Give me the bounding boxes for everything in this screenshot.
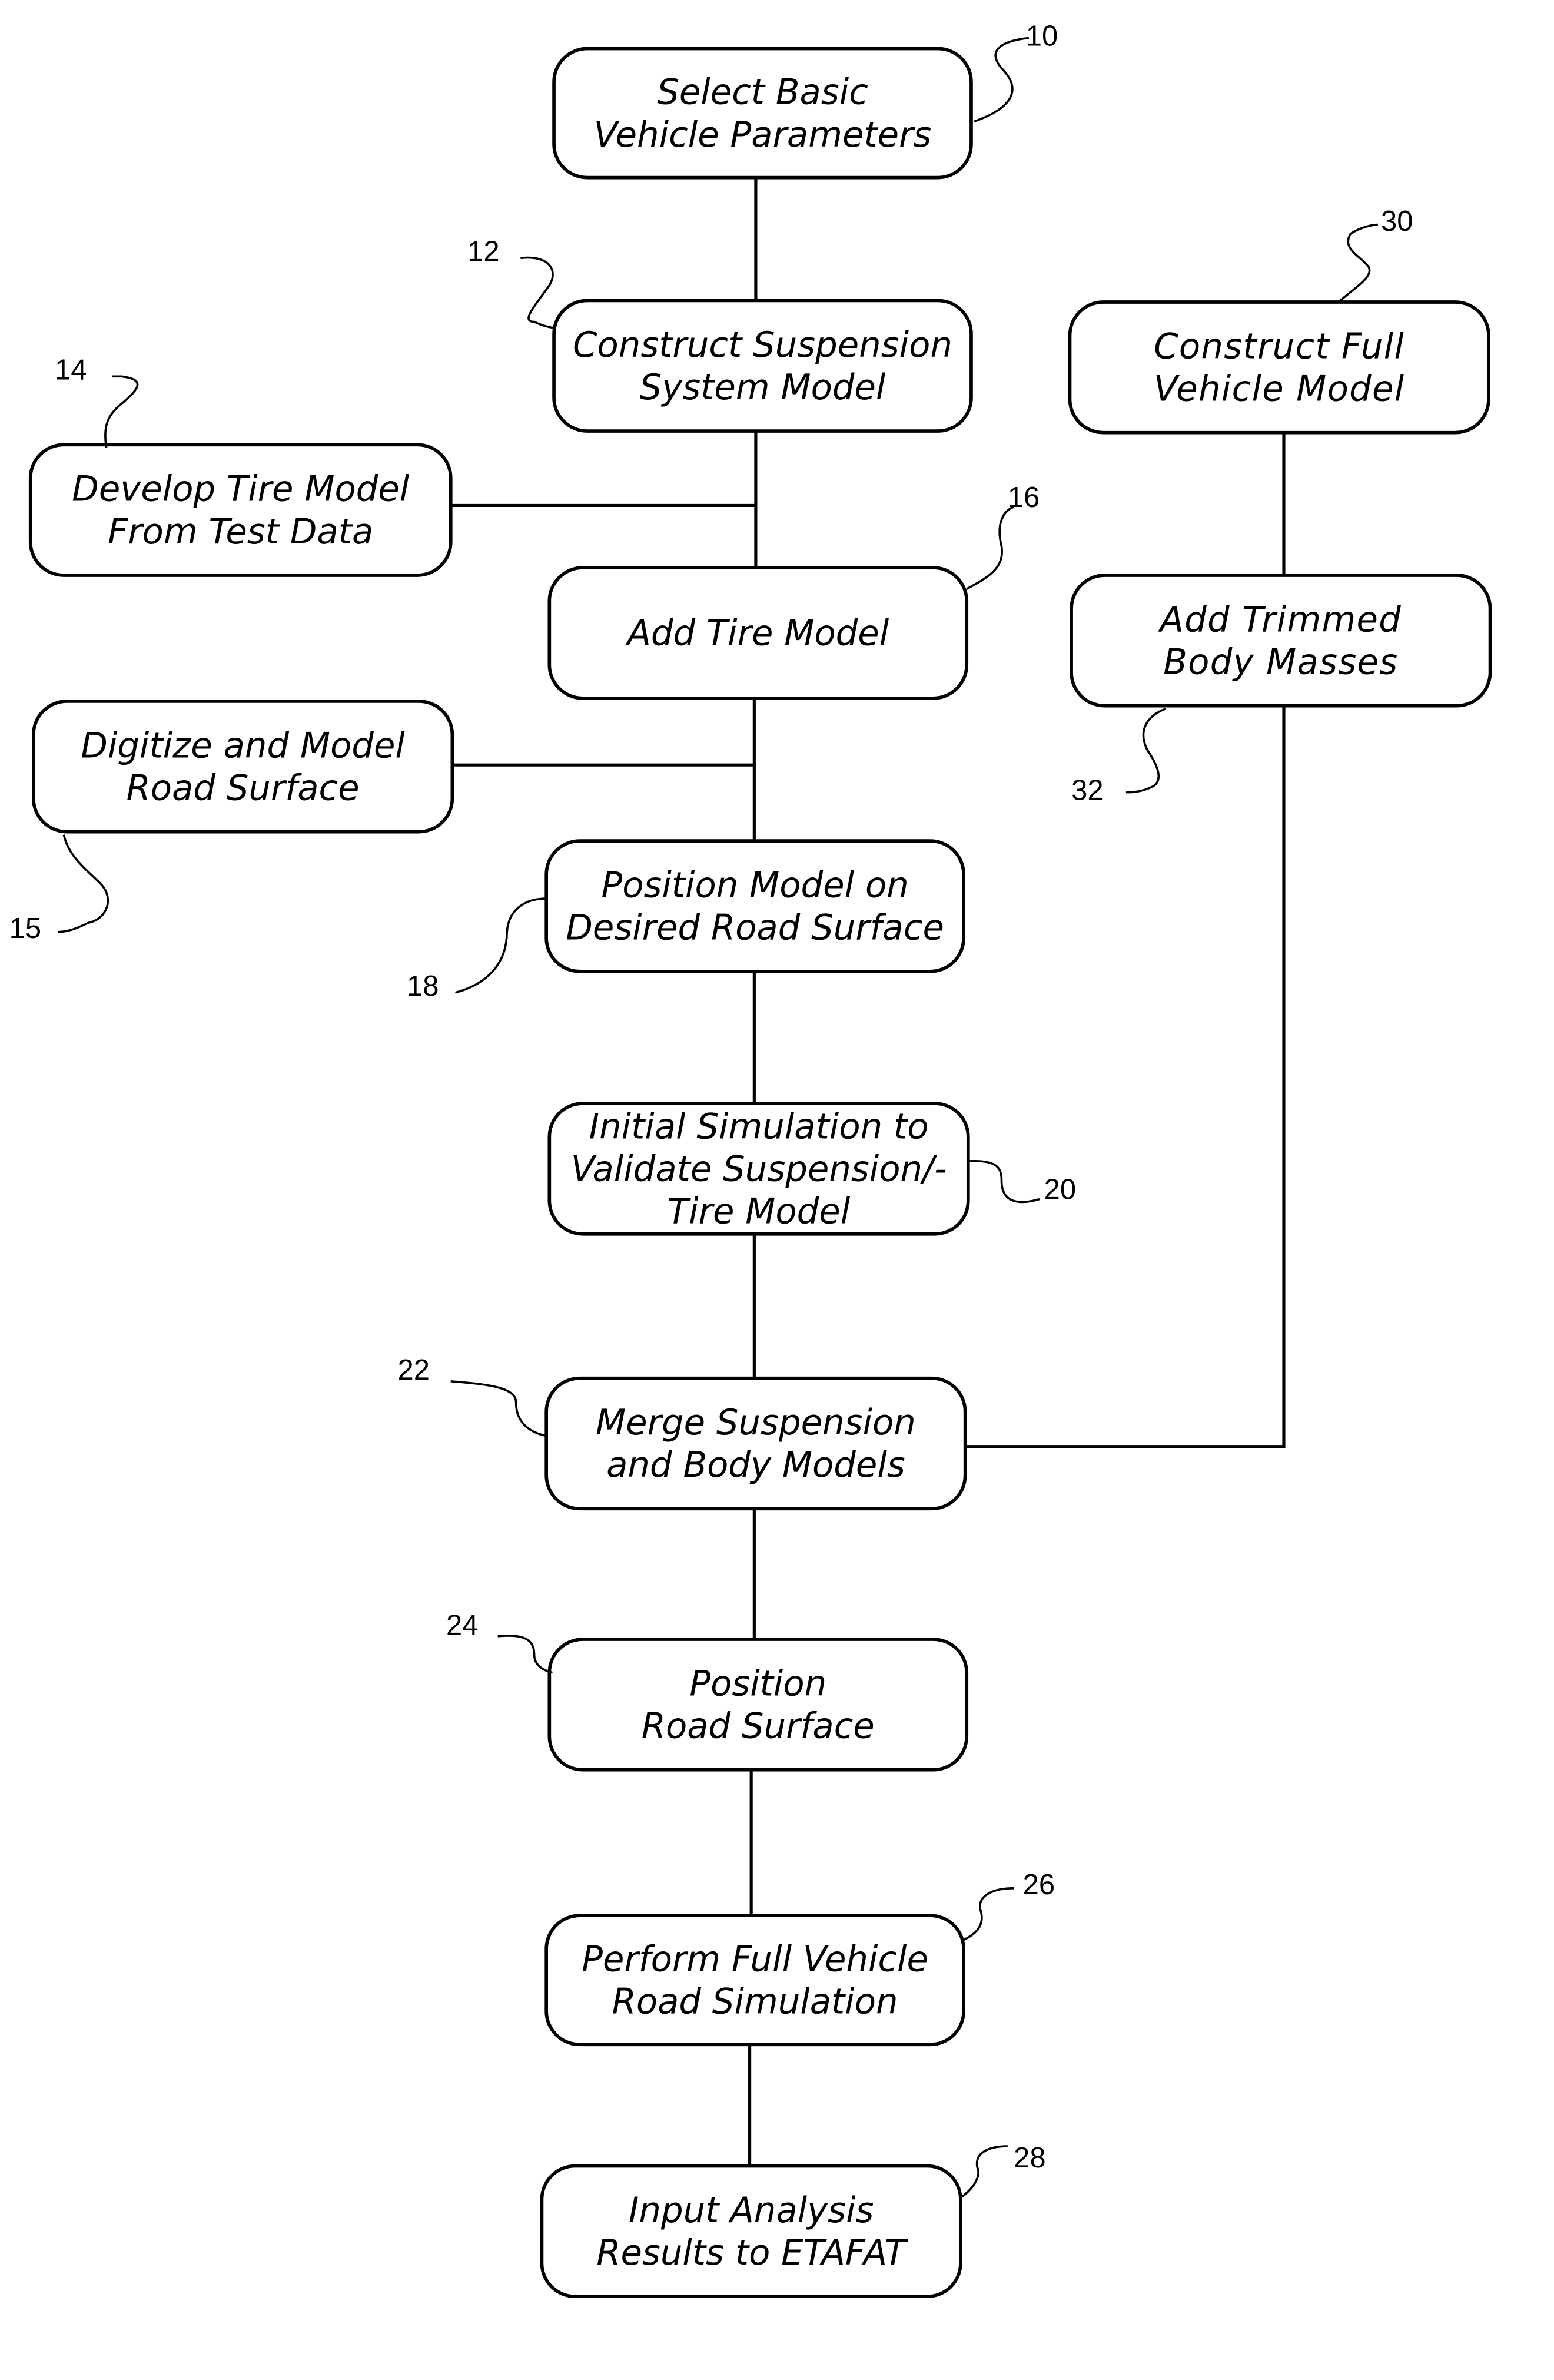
leader-22 <box>450 1380 547 1437</box>
step-box-outline <box>547 1638 969 1772</box>
step-label-line: Perform Full Vehicle <box>582 1938 928 1979</box>
ref-20: 20 <box>1044 1174 1076 1205</box>
ref-16: 16 <box>1008 482 1040 513</box>
leader-16 <box>966 506 1014 590</box>
step-label-line: Body Masses <box>1163 642 1398 682</box>
leader-28 <box>959 2145 1008 2199</box>
step-label-line: Road Surface <box>642 1706 875 1746</box>
step-box-outline <box>1070 574 1492 708</box>
step-label-line: Digitize and Model <box>81 725 405 765</box>
step-box-22: Merge Suspensionand Body Models <box>544 1376 967 1511</box>
step-label-line: Road Surface <box>127 768 360 808</box>
step-box-28: Input AnalysisResults to ETAFAT <box>540 2164 962 2299</box>
step-label-line: Results to ETAFAT <box>596 2232 908 2273</box>
step-label-line: Position Model on <box>601 864 908 905</box>
leader-15 <box>58 834 109 933</box>
step-label-line: Add Tire Model <box>625 613 889 654</box>
leader-30 <box>1337 223 1378 303</box>
step-label-line: Vehicle Parameters <box>594 114 932 155</box>
step-label-line: Initial Simulation to <box>589 1106 929 1146</box>
ref-30: 30 <box>1381 205 1413 237</box>
step-box-outline <box>552 299 973 433</box>
step-box-18: Position Model onDesired Road Surface <box>544 839 965 973</box>
leader-32 <box>1125 708 1166 794</box>
step-box-outline <box>28 443 453 577</box>
step-box-24: PositionRoad Surface <box>547 1638 969 1772</box>
leader-18 <box>455 897 547 994</box>
step-box-26: Perform Full VehicleRoad Simulation <box>544 1914 965 2047</box>
leader-20 <box>968 1159 1040 1204</box>
flowchart: Select BasicVehicle Parameters Construct … <box>9 20 1492 2299</box>
step-label-line: Select Basic <box>657 72 868 112</box>
step-box-outline <box>1068 300 1490 435</box>
step-label-line: Position <box>689 1663 826 1703</box>
step-label-line: Tire Model <box>668 1191 851 1232</box>
ref-15: 15 <box>9 913 41 944</box>
step-label-line: Add Trimmed <box>1157 599 1402 639</box>
ref-22: 22 <box>398 1354 430 1386</box>
step-label-line: System Model <box>640 367 886 407</box>
step-label-line: Desired Road Surface <box>566 907 944 948</box>
step-box-14: Develop Tire ModelFrom Test Data <box>28 443 453 577</box>
step-label-line: Input Analysis <box>629 2190 874 2230</box>
step-box-20: Initial Simulation toValidate Suspension… <box>547 1102 970 1236</box>
step-label-line: Merge Suspension <box>596 1402 916 1443</box>
step-label-line: Road Simulation <box>612 1981 898 2021</box>
step-label-line: Vehicle Model <box>1154 369 1405 409</box>
ref-18: 18 <box>407 970 439 1002</box>
ref-28: 28 <box>1014 2142 1045 2174</box>
step-box-10: Select BasicVehicle Parameters <box>552 47 973 180</box>
leader-26 <box>963 1887 1014 1941</box>
step-box-outline <box>552 47 973 180</box>
leader-24 <box>497 1635 553 1674</box>
connector-32-22 <box>965 705 1286 1448</box>
leader-12 <box>520 256 556 329</box>
leader-10 <box>974 37 1030 122</box>
step-label-line: and Body Models <box>606 1444 905 1485</box>
ref-12: 12 <box>467 236 499 267</box>
steps: Select BasicVehicle Parameters Construct … <box>28 47 1492 2299</box>
step-label-line: Construct Suspension <box>573 324 952 365</box>
step-box-outline <box>544 1914 965 2047</box>
step-box-outline <box>32 700 454 834</box>
step-box-16: Add Tire Model <box>547 566 969 700</box>
step-box-12: Construct SuspensionSystem Model <box>552 299 973 433</box>
step-box-32: Add TrimmedBody Masses <box>1070 574 1492 708</box>
step-box-outline <box>544 1376 967 1511</box>
step-label-line: Develop Tire Model <box>72 469 410 509</box>
step-label-line: Validate Suspension/- <box>571 1149 947 1189</box>
ref-14: 14 <box>55 354 87 386</box>
step-label-line: Construct Full <box>1154 326 1404 366</box>
step-box-30: Construct FullVehicle Model <box>1068 300 1490 435</box>
step-label-line: From Test Data <box>108 511 373 552</box>
step-box-15: Digitize and ModelRoad Surface <box>32 700 454 834</box>
ref-26: 26 <box>1023 1869 1055 1901</box>
ref-32: 32 <box>1071 775 1103 807</box>
ref-10: 10 <box>1026 20 1058 52</box>
step-box-outline <box>540 2164 962 2299</box>
ref-24: 24 <box>446 1609 478 1641</box>
step-box-outline <box>544 839 965 973</box>
leader-14 <box>104 375 139 448</box>
